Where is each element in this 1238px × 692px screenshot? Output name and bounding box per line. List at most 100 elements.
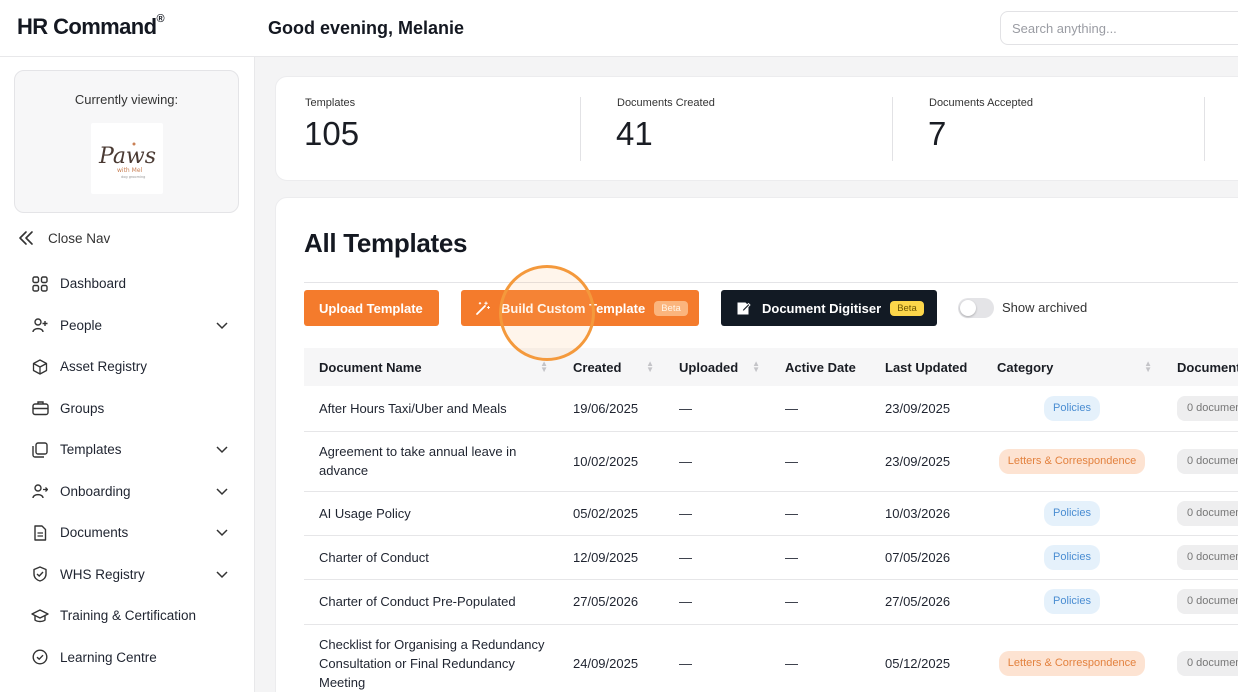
documents-count-badge: 0 documents (1177, 448, 1238, 474)
documents-count-badge: 0 documents (1177, 395, 1238, 421)
cell-category: Policies (982, 491, 1162, 536)
document-edit-icon (737, 302, 751, 314)
cell-document-name[interactable]: Checklist for Organising a Redundancy Co… (304, 624, 558, 692)
cell-created: 10/02/2025 (558, 431, 664, 492)
sidebar-item-label: Templates (60, 442, 122, 458)
cell-created: 24/09/2025 (558, 624, 664, 692)
search-input[interactable] (1000, 11, 1238, 45)
sidebar-item-dashboard[interactable]: Dashboard (31, 263, 231, 305)
category-badge: Letters & Correspondence (998, 448, 1146, 474)
sort-arrows-icon[interactable]: ▲ ▼ (540, 360, 548, 374)
cell-uploaded: — (664, 431, 770, 492)
svg-text:dog grooming: dog grooming (121, 175, 145, 179)
sidebar-item-people[interactable]: People (31, 305, 231, 347)
column-header-category[interactable]: Category ▲ ▼ (982, 348, 1162, 386)
column-header-created[interactable]: Created ▲ ▼ (558, 348, 664, 386)
sidebar-item-whs-registry[interactable]: WHS Registry (31, 554, 231, 596)
chevron-down-icon[interactable] (215, 484, 229, 498)
table-row[interactable]: Checklist for Organising a Redundancy Co… (304, 624, 1238, 692)
stat-documents-accepted: Documents Accepted 7 (892, 97, 1204, 161)
sidebar-item-learning-centre[interactable]: Learning Centre (31, 637, 231, 679)
sidebar-item-label: Training & Certification (60, 608, 197, 624)
button-label: Build Custom Template (501, 300, 646, 316)
close-nav-button[interactable]: Close Nav (18, 227, 110, 249)
cell-document-name[interactable]: Charter of Conduct (304, 535, 558, 580)
beta-badge: Beta (654, 300, 688, 316)
cell-document-name[interactable]: Charter of Conduct Pre-Populated (304, 579, 558, 625)
cell-document-name[interactable]: AI Usage Policy (304, 491, 558, 536)
top-header: HR Command® Good evening, Melanie (0, 0, 1238, 57)
upload-template-button[interactable]: Upload Template (304, 290, 439, 326)
column-header-uploaded[interactable]: Uploaded ▲ ▼ (664, 348, 770, 386)
column-header-active-date[interactable]: Active Date (770, 348, 870, 386)
sort-arrows-icon[interactable]: ▲ ▼ (752, 360, 760, 374)
cell-document-name[interactable]: Agreement to take annual leave in advanc… (304, 431, 558, 492)
chevron-down-icon[interactable] (215, 318, 229, 332)
cell-last-updated: 07/05/2026 (870, 535, 982, 580)
paws-logo-icon: Paws with Mel dog grooming (98, 142, 156, 179)
cell-active-date: — (770, 431, 870, 492)
show-archived-toggle[interactable] (958, 298, 994, 318)
sidebar-item-documents[interactable]: Documents (31, 512, 231, 554)
column-header-documents[interactable]: Documents (1162, 348, 1238, 386)
sidebar-item-label: Groups (60, 400, 105, 416)
toggle-knob (960, 300, 976, 316)
column-label: Active Date (785, 359, 856, 375)
stat-label: Templates (305, 97, 356, 109)
document-digitiser-button[interactable]: Document Digitiser Beta (721, 290, 937, 326)
stat-value: 7 (928, 115, 947, 152)
table-row[interactable]: After Hours Taxi/Uber and Meals 19/06/20… (304, 386, 1238, 432)
graduation-cap-icon (31, 607, 49, 625)
stat-value: 105 (304, 115, 360, 152)
column-label: Documents (1177, 359, 1238, 375)
cell-created: 05/02/2025 (558, 491, 664, 536)
page-title: All Templates (304, 228, 468, 258)
column-header-last-updated[interactable]: Last Updated (870, 348, 982, 386)
cell-created: 19/06/2025 (558, 386, 664, 432)
sidebar-item-label: WHS Registry (60, 566, 145, 582)
button-label: Document Digitiser (762, 300, 882, 316)
sidebar-item-onboarding[interactable]: Onboarding (31, 471, 231, 513)
shield-check-icon (31, 565, 49, 583)
table-row[interactable]: Charter of Conduct 12/09/2025 — — 07/05/… (304, 535, 1238, 580)
cell-document-name[interactable]: After Hours Taxi/Uber and Meals (304, 386, 558, 432)
sidebar-item-asset-registry[interactable]: Asset Registry (31, 346, 231, 388)
document-icon (31, 524, 49, 542)
templates-panel: All Templates Upload Template Build Cust… (275, 197, 1238, 692)
cell-documents: 0 documents (1162, 431, 1238, 492)
column-header-document-name[interactable]: Document Name ▲ ▼ (304, 348, 558, 386)
sidebar-item-training-certification[interactable]: Training & Certification (31, 595, 231, 637)
cell-active-date: — (770, 535, 870, 580)
sidebar-item-templates[interactable]: Templates (31, 429, 231, 471)
organisation-logo[interactable]: Paws with Mel dog grooming (91, 123, 163, 194)
user-plus-icon (31, 316, 49, 334)
stat-label: Documents Created (617, 97, 715, 109)
table-row[interactable]: AI Usage Policy 05/02/2025 — — 10/03/202… (304, 491, 1238, 536)
check-circle-icon (31, 648, 49, 666)
currently-viewing-label: Currently viewing: (74, 92, 179, 107)
templates-table: Document Name ▲ ▼ Created ▲ ▼ Uploaded ▲ ▼ Act… (304, 348, 1238, 692)
brand-logo[interactable]: HR Command® (17, 13, 165, 40)
cell-category: Policies (982, 535, 1162, 580)
sidebar-item-label: People (60, 317, 103, 333)
table-row[interactable]: Agreement to take annual leave in advanc… (304, 431, 1238, 492)
cell-active-date: — (770, 579, 870, 625)
chevron-down-icon[interactable] (215, 525, 229, 539)
table-header-row: Document Name ▲ ▼ Created ▲ ▼ Uploaded ▲ ▼ Act… (304, 348, 1238, 386)
sidebar-item-label: Onboarding (60, 483, 131, 499)
column-label: Last Updated (885, 359, 968, 375)
brand-name: HR Command (17, 14, 157, 39)
greeting: Good evening, Melanie (268, 18, 465, 38)
chevron-down-icon[interactable] (215, 567, 229, 581)
copy-icon (31, 441, 49, 459)
table-row[interactable]: Charter of Conduct Pre-Populated 27/05/2… (304, 579, 1238, 625)
chevron-down-icon[interactable] (215, 442, 229, 456)
sort-arrows-icon[interactable]: ▲ ▼ (1144, 360, 1152, 374)
build-custom-template-button[interactable]: Build Custom Template Beta (461, 290, 699, 326)
category-badge: Policies (1044, 395, 1100, 421)
documents-count-badge: 0 documents (1177, 500, 1238, 526)
cell-last-updated: 27/05/2026 (870, 579, 982, 625)
sidebar-item-groups[interactable]: Groups (31, 388, 231, 430)
sort-arrows-icon[interactable]: ▲ ▼ (646, 360, 654, 374)
cell-active-date: — (770, 386, 870, 432)
